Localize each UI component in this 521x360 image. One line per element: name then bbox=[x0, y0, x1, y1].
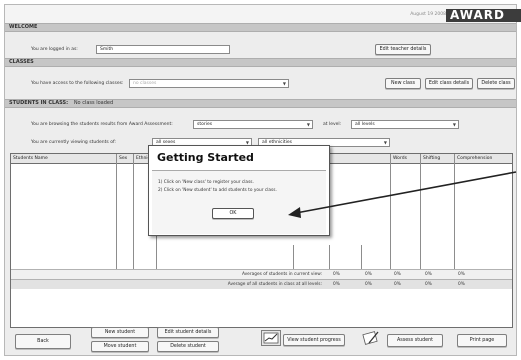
edit-teacher-button[interactable]: Edit teacher details bbox=[375, 44, 431, 55]
level-select[interactable]: all levels ▼ bbox=[351, 120, 459, 129]
progress-chart-icon[interactable] bbox=[261, 330, 281, 346]
move-student-button[interactable]: Move student bbox=[91, 341, 149, 352]
ok-button[interactable]: OK bbox=[212, 208, 254, 219]
assessment-select[interactable]: stories ▼ bbox=[193, 120, 313, 129]
classes-title: CLASSES bbox=[9, 59, 34, 65]
column-divider bbox=[293, 245, 294, 269]
dialog-instruction: 2) Click on 'New student' to add student… bbox=[158, 188, 277, 193]
logged-in-label: You are logged in as: bbox=[31, 47, 78, 52]
column-header-shifting[interactable]: Shifting bbox=[421, 154, 453, 164]
column-divider bbox=[454, 154, 455, 269]
average-value: 0% bbox=[394, 272, 401, 277]
new-student-button[interactable]: New student bbox=[91, 327, 149, 338]
average-current-label: Averages of students in current view: bbox=[241, 272, 322, 277]
average-value: 0% bbox=[425, 272, 432, 277]
column-divider bbox=[329, 245, 330, 269]
column-header-words[interactable]: Words bbox=[391, 154, 419, 164]
assessment-select-value: stories bbox=[197, 122, 213, 127]
user-name-field: Smith bbox=[96, 45, 230, 54]
date-label: August 19 2008 bbox=[410, 12, 446, 17]
award-logo: AWARD bbox=[446, 9, 521, 22]
average-value: 0% bbox=[333, 272, 340, 277]
column-divider bbox=[361, 245, 362, 269]
average-all-label: Average of all students in class at all … bbox=[227, 282, 322, 287]
column-header-sex[interactable]: Sex bbox=[117, 154, 133, 164]
print-page-button[interactable]: Print page bbox=[457, 334, 507, 347]
average-all-row: Average of all students in class at all … bbox=[11, 279, 512, 289]
average-current-row: Averages of students in current view: 0%… bbox=[11, 269, 512, 279]
dropdown-arrow-icon: ▼ bbox=[306, 122, 310, 127]
new-class-button[interactable]: New class bbox=[385, 78, 421, 89]
level-label: at level: bbox=[323, 122, 342, 127]
students-status: No class loaded bbox=[73, 100, 114, 106]
assess-pencil-icon[interactable] bbox=[361, 330, 381, 346]
delete-class-button[interactable]: Delete class bbox=[477, 78, 515, 89]
getting-started-dialog: Getting Started 1) Click on 'New class' … bbox=[148, 145, 330, 236]
dialog-body: 1) Click on 'New class' to register your… bbox=[152, 170, 326, 234]
average-value: 0% bbox=[458, 272, 465, 277]
dialog-instruction: 1) Click on 'New class' to register your… bbox=[158, 180, 254, 185]
browse-label: You are browsing the students results fr… bbox=[31, 122, 173, 127]
view-progress-button[interactable]: View student progress bbox=[283, 334, 345, 346]
column-divider bbox=[390, 154, 391, 269]
column-divider bbox=[116, 154, 117, 269]
top-bar: August 19 2008 AWARD bbox=[5, 5, 521, 23]
average-value: 0% bbox=[333, 282, 340, 287]
average-value: 0% bbox=[365, 272, 372, 277]
dropdown-arrow-icon: ▼ bbox=[282, 81, 286, 86]
dropdown-arrow-icon: ▼ bbox=[383, 140, 387, 145]
column-divider bbox=[420, 154, 421, 269]
dropdown-arrow-icon: ▼ bbox=[452, 122, 456, 127]
dialog-title: Getting Started bbox=[157, 151, 254, 164]
average-value: 0% bbox=[394, 282, 401, 287]
welcome-section-header: WELCOME bbox=[5, 23, 516, 32]
students-section-header: STUDENTS IN CLASS: No class loaded bbox=[5, 99, 516, 108]
delete-student-button[interactable]: Delete student bbox=[157, 341, 219, 352]
average-value: 0% bbox=[425, 282, 432, 287]
welcome-title: WELCOME bbox=[9, 24, 38, 30]
students-title: STUDENTS IN CLASS: bbox=[9, 100, 69, 106]
class-select-value: no classes bbox=[133, 81, 157, 86]
assess-student-button[interactable]: Assess student bbox=[387, 334, 443, 347]
column-divider bbox=[133, 154, 134, 269]
viewing-label: You are currently viewing students of: bbox=[31, 140, 116, 145]
column-header-comprehension[interactable]: Comprehension bbox=[455, 154, 513, 164]
class-access-label: You have access to the following classes… bbox=[31, 81, 124, 86]
edit-class-button[interactable]: Edit class details bbox=[425, 78, 473, 89]
class-select[interactable]: no classes ▼ bbox=[129, 79, 289, 88]
average-value: 0% bbox=[365, 282, 372, 287]
edit-student-button[interactable]: Edit student details bbox=[157, 327, 219, 338]
level-select-value: all levels bbox=[355, 122, 375, 127]
average-value: 0% bbox=[458, 282, 465, 287]
column-header-name[interactable]: Students Name bbox=[11, 154, 116, 164]
back-button[interactable]: Back bbox=[15, 334, 71, 349]
classes-section-header: CLASSES bbox=[5, 58, 516, 67]
app-window: August 19 2008 AWARD WELCOME You are log… bbox=[4, 4, 521, 356]
